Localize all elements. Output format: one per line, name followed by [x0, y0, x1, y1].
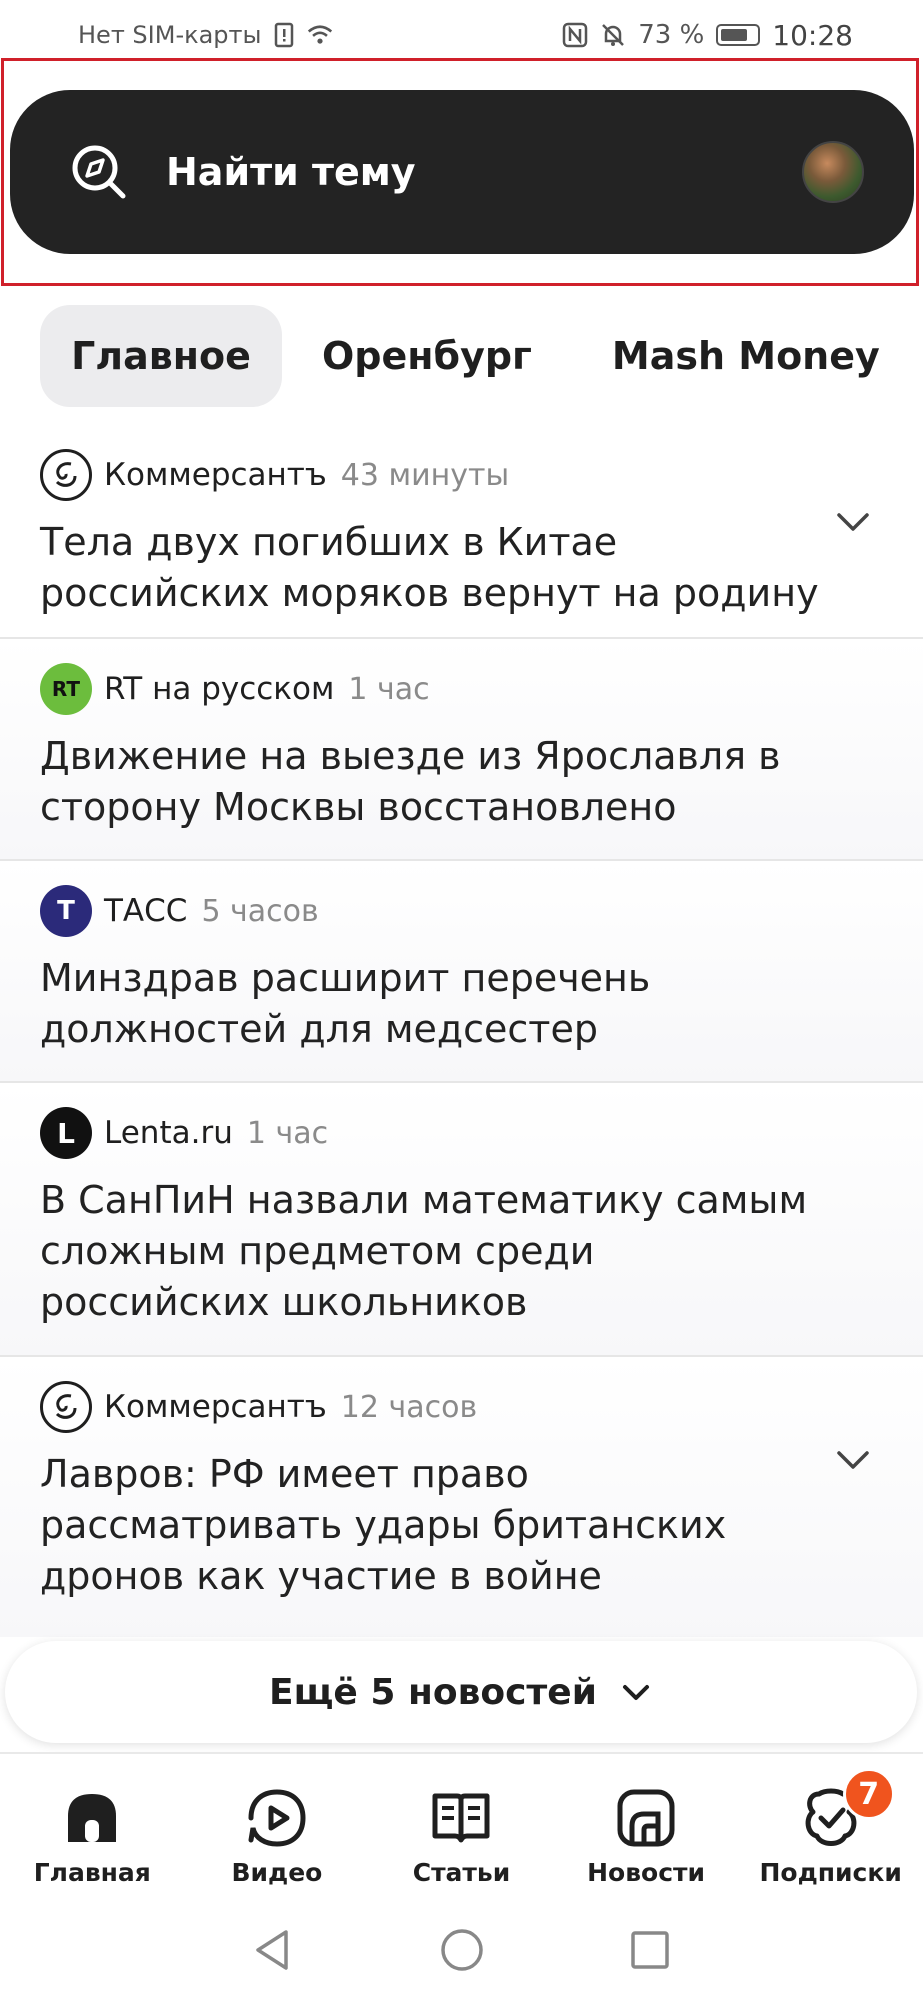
video-icon: [248, 1789, 306, 1847]
news-item[interactable]: Коммерсантъ 43 минуты Тела двух погибших…: [0, 425, 923, 639]
tab-main[interactable]: Главное: [40, 305, 282, 407]
nav-video[interactable]: Видео: [197, 1786, 357, 1887]
rt-logo-icon: RT: [40, 663, 92, 715]
articles-icon: [432, 1793, 490, 1843]
bell-off-icon: [600, 22, 626, 48]
system-nav: [0, 1900, 923, 1999]
news-time: 43 минуты: [340, 457, 510, 493]
chevron-down-icon: [622, 1685, 649, 1700]
chevron-down-icon[interactable]: [833, 1439, 873, 1479]
news-headline[interactable]: Лавров: РФ имеет право рассматривать уда…: [40, 1449, 883, 1602]
wifi-icon: [307, 22, 333, 48]
news-time: 12 часов: [340, 1389, 478, 1425]
lenta-logo-icon: L: [40, 1107, 92, 1159]
home-icon: [68, 1794, 117, 1842]
more-news-button[interactable]: Ещё 5 новостей: [5, 1641, 917, 1743]
news-item[interactable]: L Lenta.ru 1 час В СанПиН назвали матема…: [0, 1083, 923, 1357]
nav-label: Статьи: [412, 1858, 511, 1887]
news-time: 5 часов: [201, 893, 319, 929]
news-item[interactable]: Коммерсантъ 12 часов Лавров: РФ имеет пр…: [0, 1357, 923, 1637]
carrier-label: Нет SIM-карты: [78, 21, 262, 49]
nav-label: Главная: [33, 1858, 151, 1887]
nav-label: Видео: [231, 1858, 323, 1887]
news-time: 1 час: [348, 671, 430, 707]
news-source[interactable]: ТАСС: [104, 893, 187, 929]
news-source[interactable]: Lenta.ru: [104, 1115, 233, 1151]
battery-percent: 73 %: [638, 20, 705, 50]
news-feed: Коммерсантъ 43 минуты Тела двух погибших…: [0, 425, 923, 1637]
clock: 10:28: [772, 18, 853, 52]
news-item[interactable]: RT RT на русском 1 час Движение на выезд…: [0, 639, 923, 861]
news-item[interactable]: T ТАСС 5 часов Минздрав расширит перечен…: [0, 861, 923, 1083]
notification-badge: 7: [842, 1768, 895, 1820]
home-circle-icon[interactable]: [438, 1926, 486, 1974]
kommersant-logo-icon: [40, 449, 92, 501]
news-headline[interactable]: Минздрав расширит перечень должностей дл…: [40, 953, 883, 1055]
news-icon: [617, 1789, 675, 1847]
nav-label: Новости: [587, 1858, 706, 1887]
topic-tabs: Главное Оренбург Mash Money: [40, 305, 923, 407]
news-source[interactable]: Коммерсантъ: [104, 457, 327, 493]
nav-articles[interactable]: Статьи: [381, 1786, 541, 1887]
compass-search-icon: [72, 145, 126, 199]
tab-mash-money[interactable]: Mash Money: [572, 305, 920, 407]
news-headline[interactable]: Тела двух погибших в Китае российских мо…: [40, 517, 883, 619]
tab-orenburg[interactable]: Оренбург: [282, 305, 572, 407]
nfc-icon: [562, 22, 588, 48]
search-label: Найти тему: [166, 150, 416, 194]
news-headline[interactable]: В СанПиН назвали математику самым сложны…: [40, 1175, 883, 1328]
tass-logo-icon: T: [40, 885, 92, 937]
nav-home[interactable]: Главная: [12, 1786, 172, 1887]
news-source[interactable]: Коммерсантъ: [104, 1389, 327, 1425]
kommersant-logo-icon: [40, 1381, 92, 1433]
recents-icon[interactable]: [626, 1926, 674, 1974]
back-icon[interactable]: [250, 1926, 298, 1974]
search-bar[interactable]: Найти тему: [10, 90, 914, 254]
avatar[interactable]: [802, 141, 864, 203]
bottom-nav: Главная Видео Статьи Новости 7 Подписки: [0, 1752, 923, 1897]
chevron-down-icon[interactable]: [833, 501, 873, 541]
news-source[interactable]: RT на русском: [104, 671, 334, 707]
nav-subscriptions[interactable]: 7 Подписки: [751, 1768, 911, 1887]
nav-news[interactable]: Новости: [566, 1786, 726, 1887]
more-news-label: Ещё 5 новостей: [269, 1671, 597, 1713]
news-headline[interactable]: Движение на выезде из Ярославля в сторон…: [40, 731, 883, 833]
battery-icon: [716, 24, 761, 46]
news-time: 1 час: [246, 1115, 329, 1151]
sim-alert-icon: [271, 22, 297, 48]
nav-label: Подписки: [759, 1858, 902, 1887]
